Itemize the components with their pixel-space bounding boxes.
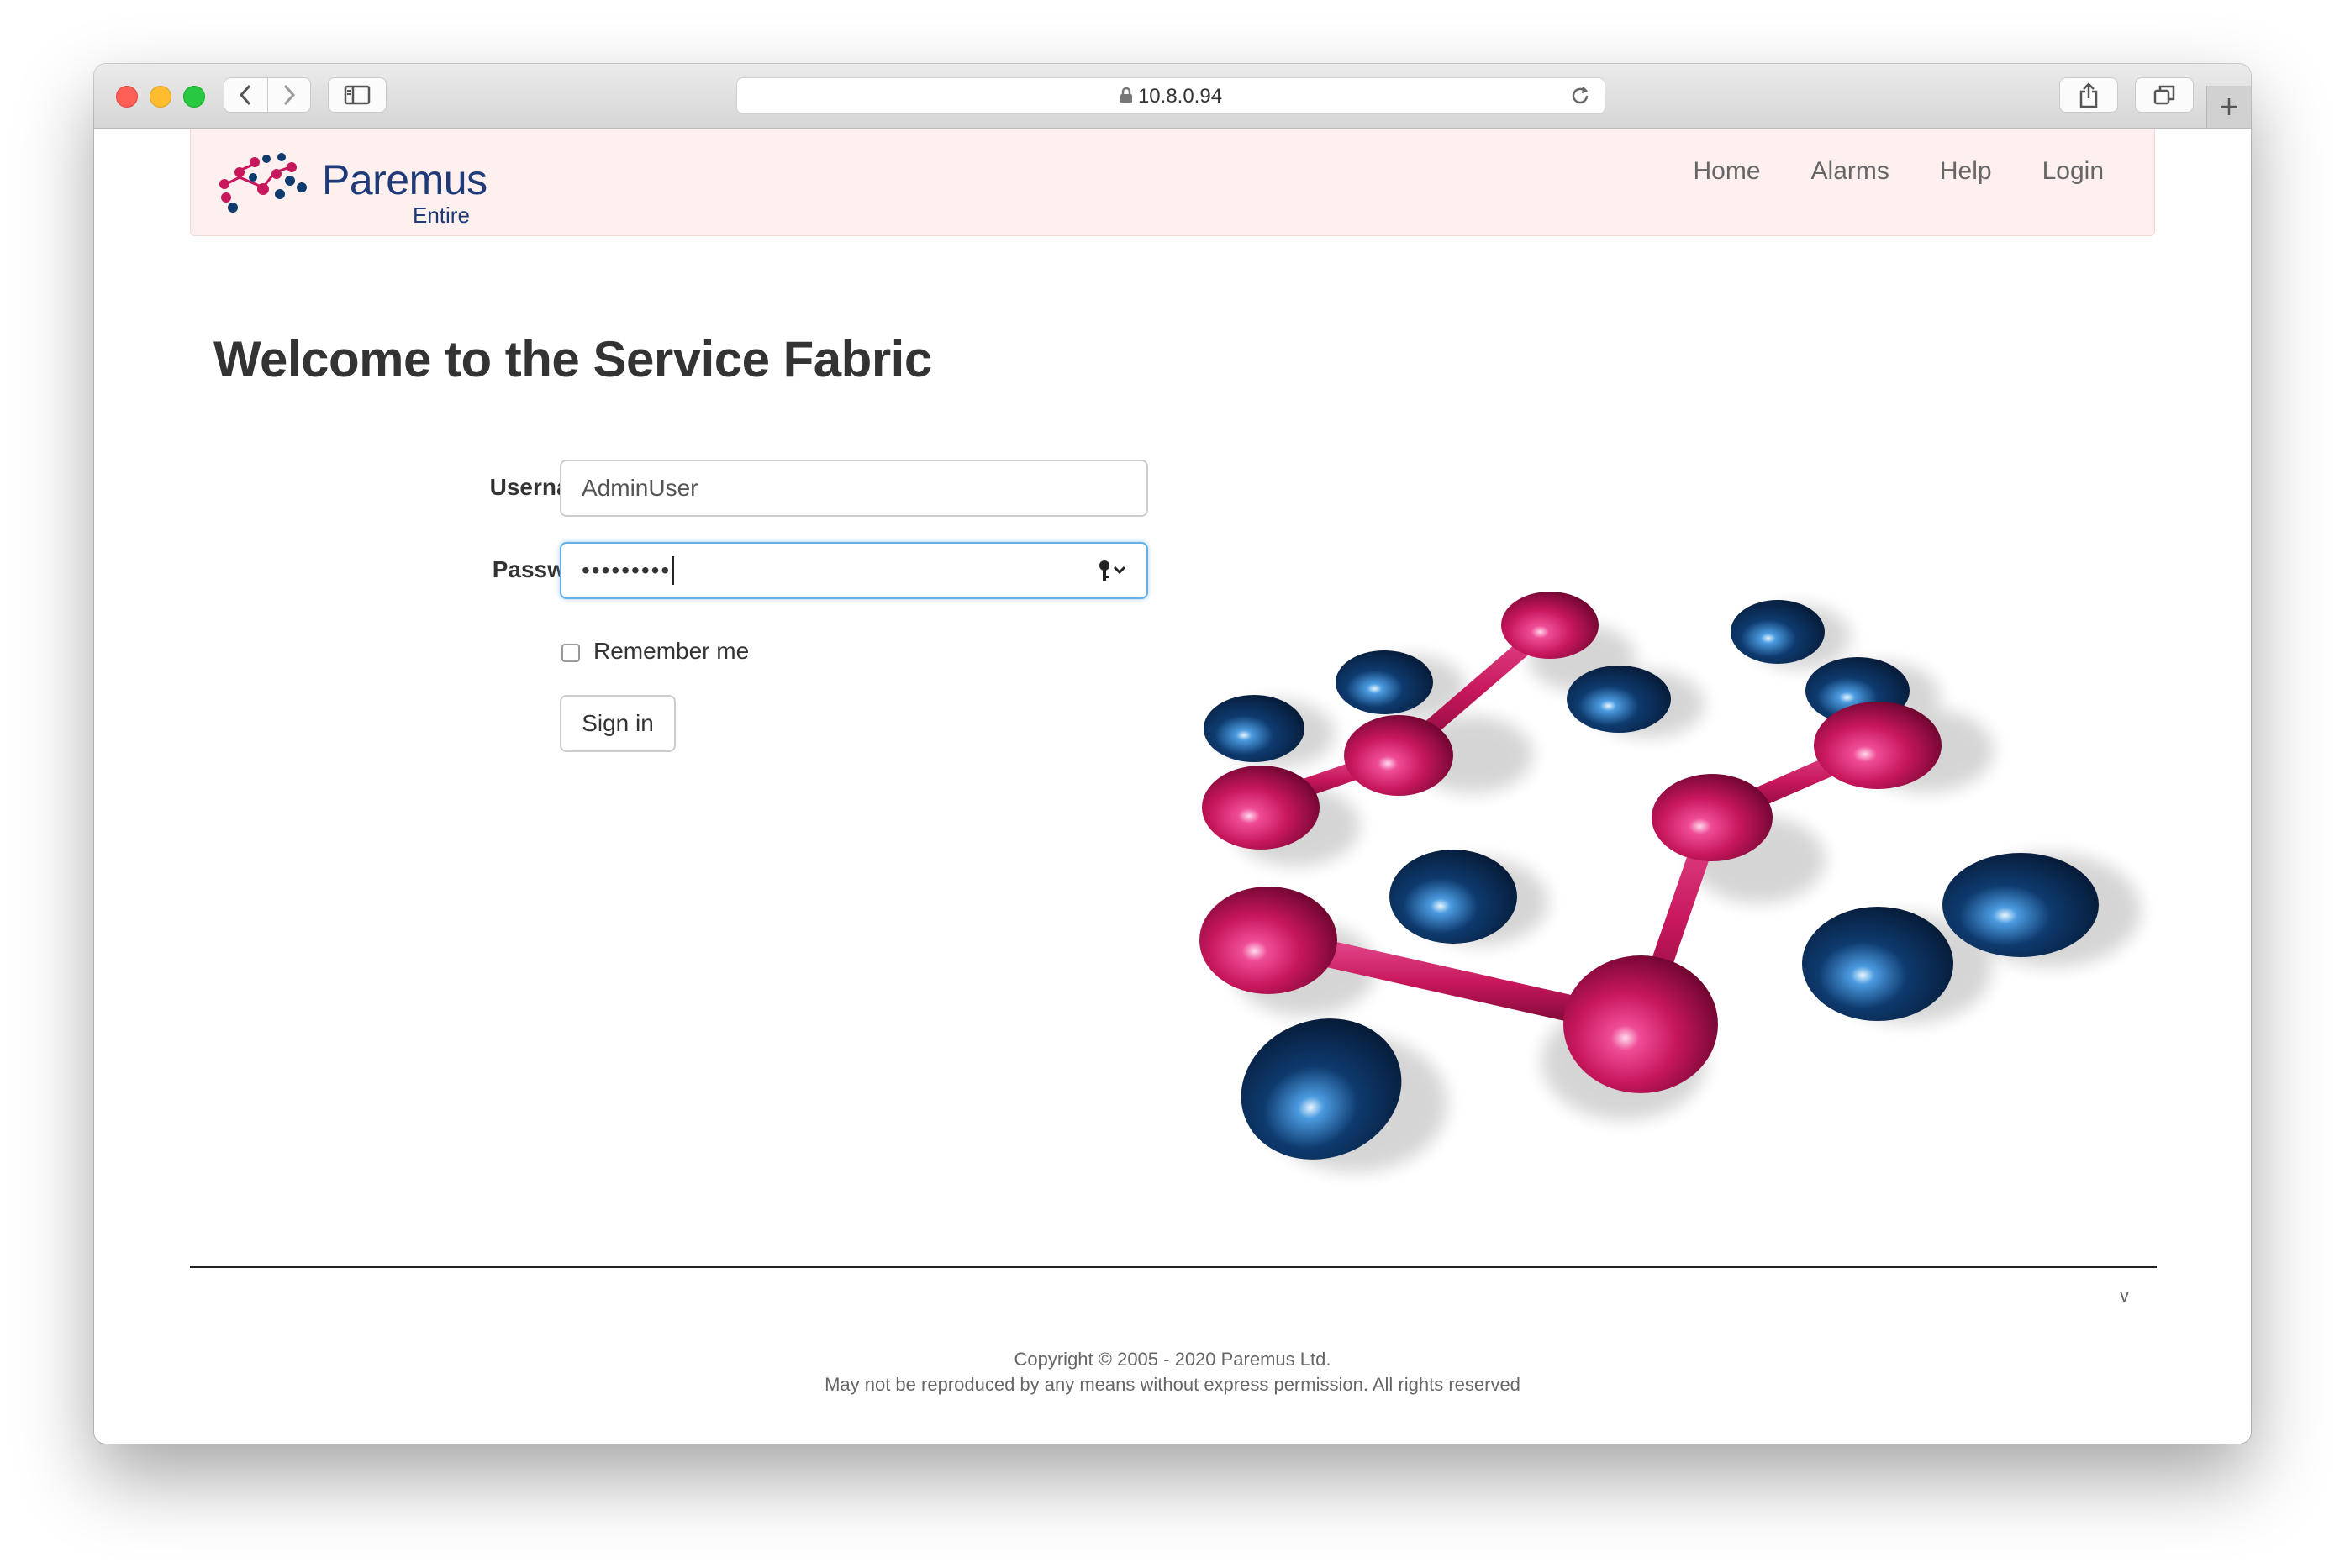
page-content: Paremus Entire Home Alarms Help Login We… xyxy=(94,129,2251,1444)
password-masked-value: ••••••••• xyxy=(582,557,672,583)
brand-subtitle: Entire xyxy=(413,203,470,228)
rights-notice: May not be reproduced by any means witho… xyxy=(825,1374,1520,1395)
sidebar-toggle-button[interactable] xyxy=(328,77,387,113)
minimize-window-button[interactable] xyxy=(150,86,171,108)
chevron-left-icon xyxy=(240,84,251,106)
nav-link-login[interactable]: Login xyxy=(2042,157,2104,186)
nav-links: Home Alarms Help Login xyxy=(1694,157,2104,186)
brand-name: Paremus xyxy=(322,156,487,203)
browser-window: 10.8.0.94 Paremus Entire Home Alarms Hel… xyxy=(94,64,2251,1444)
key-autofill-icon[interactable] xyxy=(1096,557,1130,584)
password-input[interactable]: ••••••••• xyxy=(560,542,1148,599)
network-logo-icon xyxy=(219,153,307,213)
sidebar-icon xyxy=(344,85,371,105)
share-button[interactable] xyxy=(2059,77,2118,113)
history-nav xyxy=(224,77,311,113)
back-button[interactable] xyxy=(224,78,267,112)
chevron-right-icon xyxy=(283,84,295,106)
username-input[interactable]: AdminUser xyxy=(560,460,1148,517)
remember-me-checkbox[interactable] xyxy=(561,644,580,662)
paremus-logo[interactable]: Paremus Entire xyxy=(214,152,487,228)
footer-divider xyxy=(190,1266,2157,1268)
text-caret xyxy=(672,556,675,585)
address-text: 10.8.0.94 xyxy=(737,85,1605,108)
forward-button[interactable] xyxy=(266,78,311,112)
tab-overview-button[interactable] xyxy=(2135,77,2194,113)
page-title: Welcome to the Service Fabric xyxy=(213,331,932,387)
address-url: 10.8.0.94 xyxy=(1137,85,1223,108)
tabs-icon xyxy=(2153,85,2175,105)
reload-icon[interactable] xyxy=(1568,83,1593,108)
nav-link-home[interactable]: Home xyxy=(1694,157,1761,186)
new-tab-button[interactable] xyxy=(2206,86,2251,128)
lock-icon xyxy=(1120,87,1132,103)
remember-me-label: Remember me xyxy=(593,638,750,664)
share-icon xyxy=(2079,82,2098,108)
top-navbar: Paremus Entire Home Alarms Help Login xyxy=(190,129,2155,236)
copyright-text: Copyright © 2005 - 2020 Paremus Ltd. xyxy=(1014,1349,1331,1370)
address-bar[interactable]: 10.8.0.94 xyxy=(736,77,1605,114)
sign-in-button[interactable]: Sign in xyxy=(560,695,676,752)
plus-icon xyxy=(2221,98,2237,115)
nav-link-alarms[interactable]: Alarms xyxy=(1811,157,1889,186)
username-value: AdminUser xyxy=(582,475,698,501)
browser-toolbar: 10.8.0.94 xyxy=(94,64,2251,129)
version-label: v xyxy=(2120,1285,2129,1306)
close-window-button[interactable] xyxy=(116,86,138,108)
nav-link-help[interactable]: Help xyxy=(1940,157,1992,186)
zoom-window-button[interactable] xyxy=(183,86,205,108)
service-fabric-illustration xyxy=(1199,592,2141,1172)
